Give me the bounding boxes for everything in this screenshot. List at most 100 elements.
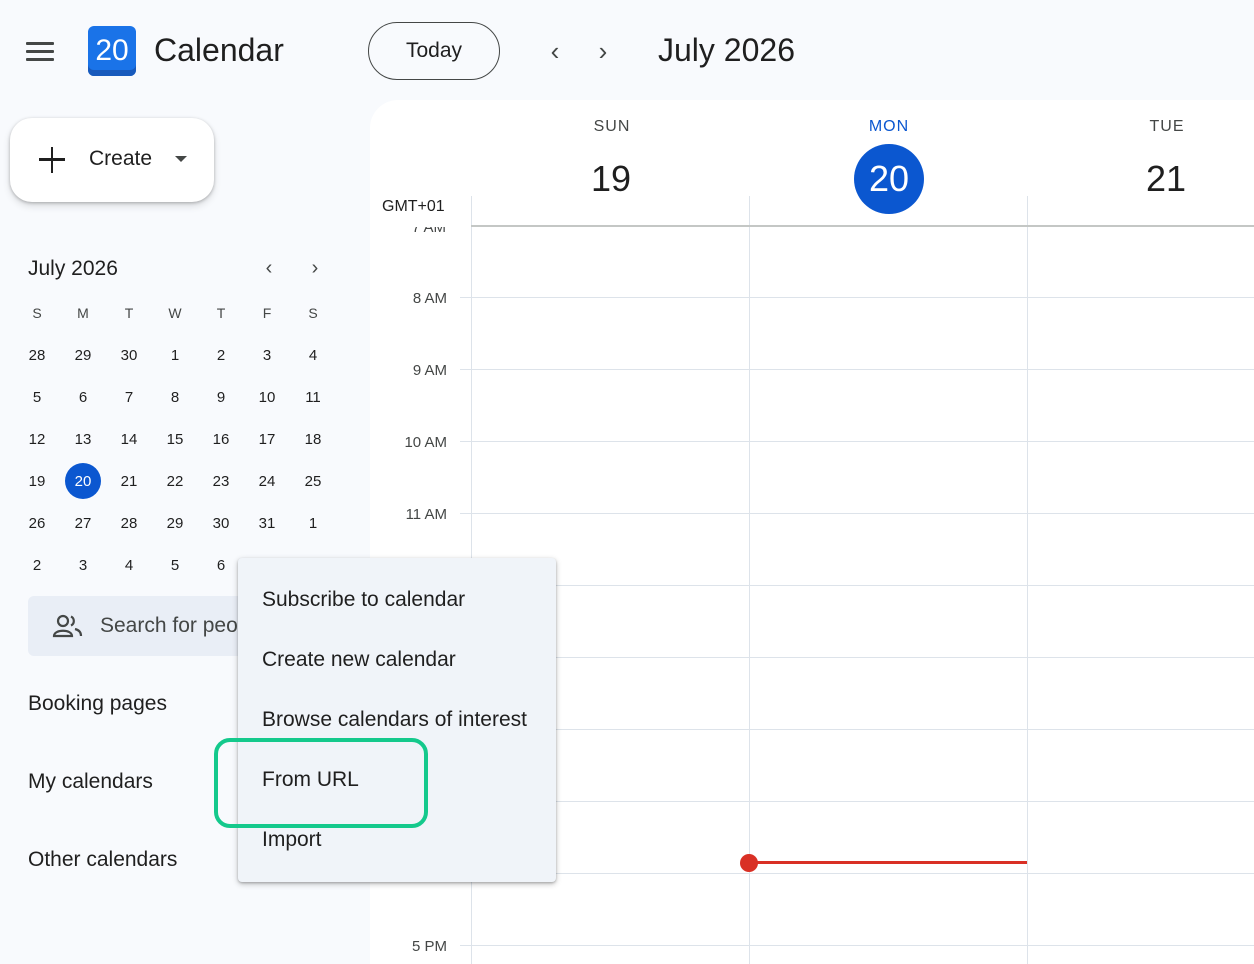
day-number-mon[interactable]: 20 <box>854 144 924 214</box>
mini-day-number: 29 <box>74 346 92 364</box>
menu-item-browse-calendars[interactable]: Browse calendars of interest <box>238 690 556 750</box>
mini-day[interactable]: 29 <box>60 334 106 376</box>
mini-day[interactable]: 23 <box>198 460 244 502</box>
hour-label-5pm: 5 PM <box>411 938 447 955</box>
hour-line <box>460 297 1254 298</box>
mini-day[interactable]: 5 <box>14 376 60 418</box>
mini-day-number: 19 <box>28 472 46 490</box>
hour-line <box>460 441 1254 442</box>
mini-weekday-label: F <box>262 305 272 321</box>
people-icon <box>52 614 83 638</box>
mini-day[interactable]: 2 <box>198 334 244 376</box>
mini-day[interactable]: 24 <box>244 460 290 502</box>
hamburger-menu-icon-bar <box>26 58 54 61</box>
mini-day[interactable]: 5 <box>152 544 198 586</box>
mini-day-number: 30 <box>120 346 138 364</box>
mini-day[interactable]: 3 <box>60 544 106 586</box>
current-time-dot <box>740 854 758 872</box>
today-button[interactable]: Today <box>368 22 500 80</box>
mini-day-number: 3 <box>78 556 88 574</box>
mini-weekday-label: T <box>124 305 134 321</box>
mini-day-number: 21 <box>120 472 138 490</box>
mini-day[interactable]: 21 <box>106 460 152 502</box>
mini-day[interactable]: 1 <box>290 502 336 544</box>
mini-day[interactable]: 7 <box>106 376 152 418</box>
my-calendars-section[interactable]: My calendars <box>28 770 153 794</box>
mini-day[interactable]: 22 <box>152 460 198 502</box>
mini-day[interactable]: 18 <box>290 418 336 460</box>
hour-line <box>460 513 1254 514</box>
previous-period-button[interactable]: ‹ <box>541 37 569 65</box>
hour-line <box>460 657 1254 658</box>
mini-day-number: 10 <box>258 388 276 406</box>
app-title: Calendar <box>154 32 284 68</box>
mini-day[interactable]: 25 <box>290 460 336 502</box>
menu-item-subscribe[interactable]: Subscribe to calendar <box>238 570 556 630</box>
mini-day[interactable]: 13 <box>60 418 106 460</box>
mini-day[interactable]: 6 <box>60 376 106 418</box>
mini-day[interactable]: 11 <box>290 376 336 418</box>
header-divider <box>471 225 1254 227</box>
mini-day[interactable]: 14 <box>106 418 152 460</box>
mini-day[interactable]: 4 <box>106 544 152 586</box>
next-period-button[interactable]: › <box>589 37 617 65</box>
main-menu-button[interactable] <box>26 42 54 62</box>
mini-day-number: 27 <box>74 514 92 532</box>
mini-day[interactable]: 9 <box>198 376 244 418</box>
mini-calendar-title: July 2026 <box>28 257 118 280</box>
mini-day[interactable]: 8 <box>152 376 198 418</box>
menu-item-from-url[interactable]: From URL <box>238 750 556 810</box>
mini-day-number: 22 <box>166 472 184 490</box>
mini-day[interactable]: 27 <box>60 502 106 544</box>
day-number-tue[interactable]: 21 <box>1131 144 1201 214</box>
menu-item-import[interactable]: Import <box>238 810 556 870</box>
mini-day[interactable]: 2 <box>14 544 60 586</box>
chevron-right-icon: › <box>598 36 608 66</box>
mini-day[interactable]: 10 <box>244 376 290 418</box>
hour-line <box>460 729 1254 730</box>
mini-day[interactable]: 12 <box>14 418 60 460</box>
dropdown-caret-icon <box>175 156 187 162</box>
mini-day[interactable]: 26 <box>14 502 60 544</box>
mini-day[interactable]: 29 <box>152 502 198 544</box>
mini-day-number: 8 <box>170 388 180 406</box>
mini-day-number: 3 <box>262 346 272 364</box>
mini-day-number: 13 <box>74 430 92 448</box>
mini-day[interactable]: 17 <box>244 418 290 460</box>
hour-label-9am: 9 AM <box>412 362 447 379</box>
mini-day[interactable]: 15 <box>152 418 198 460</box>
mini-day-number: 24 <box>258 472 276 490</box>
mini-day[interactable]: 28 <box>106 502 152 544</box>
mini-weekday-label: S <box>32 305 42 321</box>
mini-day[interactable]: 30 <box>198 502 244 544</box>
mini-day[interactable]: 1 <box>152 334 198 376</box>
mini-calendar-prev-button[interactable]: ‹ <box>257 256 281 280</box>
mini-day-number: 18 <box>304 430 322 448</box>
mini-day-number: 25 <box>304 472 322 490</box>
mini-day[interactable]: 3 <box>244 334 290 376</box>
hour-label-7am: 7 AM <box>411 227 446 236</box>
mini-day[interactable]: 16 <box>198 418 244 460</box>
mini-day[interactable]: 4 <box>290 334 336 376</box>
booking-pages-section[interactable]: Booking pages <box>28 692 167 716</box>
mini-day[interactable]: 31 <box>244 502 290 544</box>
mini-day[interactable]: 30 <box>106 334 152 376</box>
mini-day-number: 2 <box>32 556 42 574</box>
mini-day-number: 4 <box>124 556 134 574</box>
day-label-mon: MON <box>868 118 910 135</box>
mini-weekday-label: M <box>77 305 89 321</box>
mini-day[interactable]: 28 <box>14 334 60 376</box>
mini-day-today[interactable]: 20 <box>60 460 106 502</box>
create-label: Create <box>89 147 153 170</box>
mini-day-number: 9 <box>216 388 226 406</box>
search-people-placeholder: Search for peo <box>100 614 238 637</box>
mini-calendar-grid: S M T W T F S 28 29 30 1 2 3 4 5 6 7 8 9 10 11 12 13 14 15 16 17 18… <box>14 292 336 586</box>
mini-day-number: 12 <box>28 430 46 448</box>
mini-day-number: 5 <box>32 388 42 406</box>
day-number-sun[interactable]: 19 <box>576 144 646 214</box>
menu-item-create-new-calendar[interactable]: Create new calendar <box>238 630 556 690</box>
mini-day[interactable]: 19 <box>14 460 60 502</box>
mini-calendar-next-button[interactable]: › <box>303 256 327 280</box>
create-button[interactable]: Create <box>10 118 214 202</box>
other-calendars-section[interactable]: Other calendars <box>28 848 177 872</box>
